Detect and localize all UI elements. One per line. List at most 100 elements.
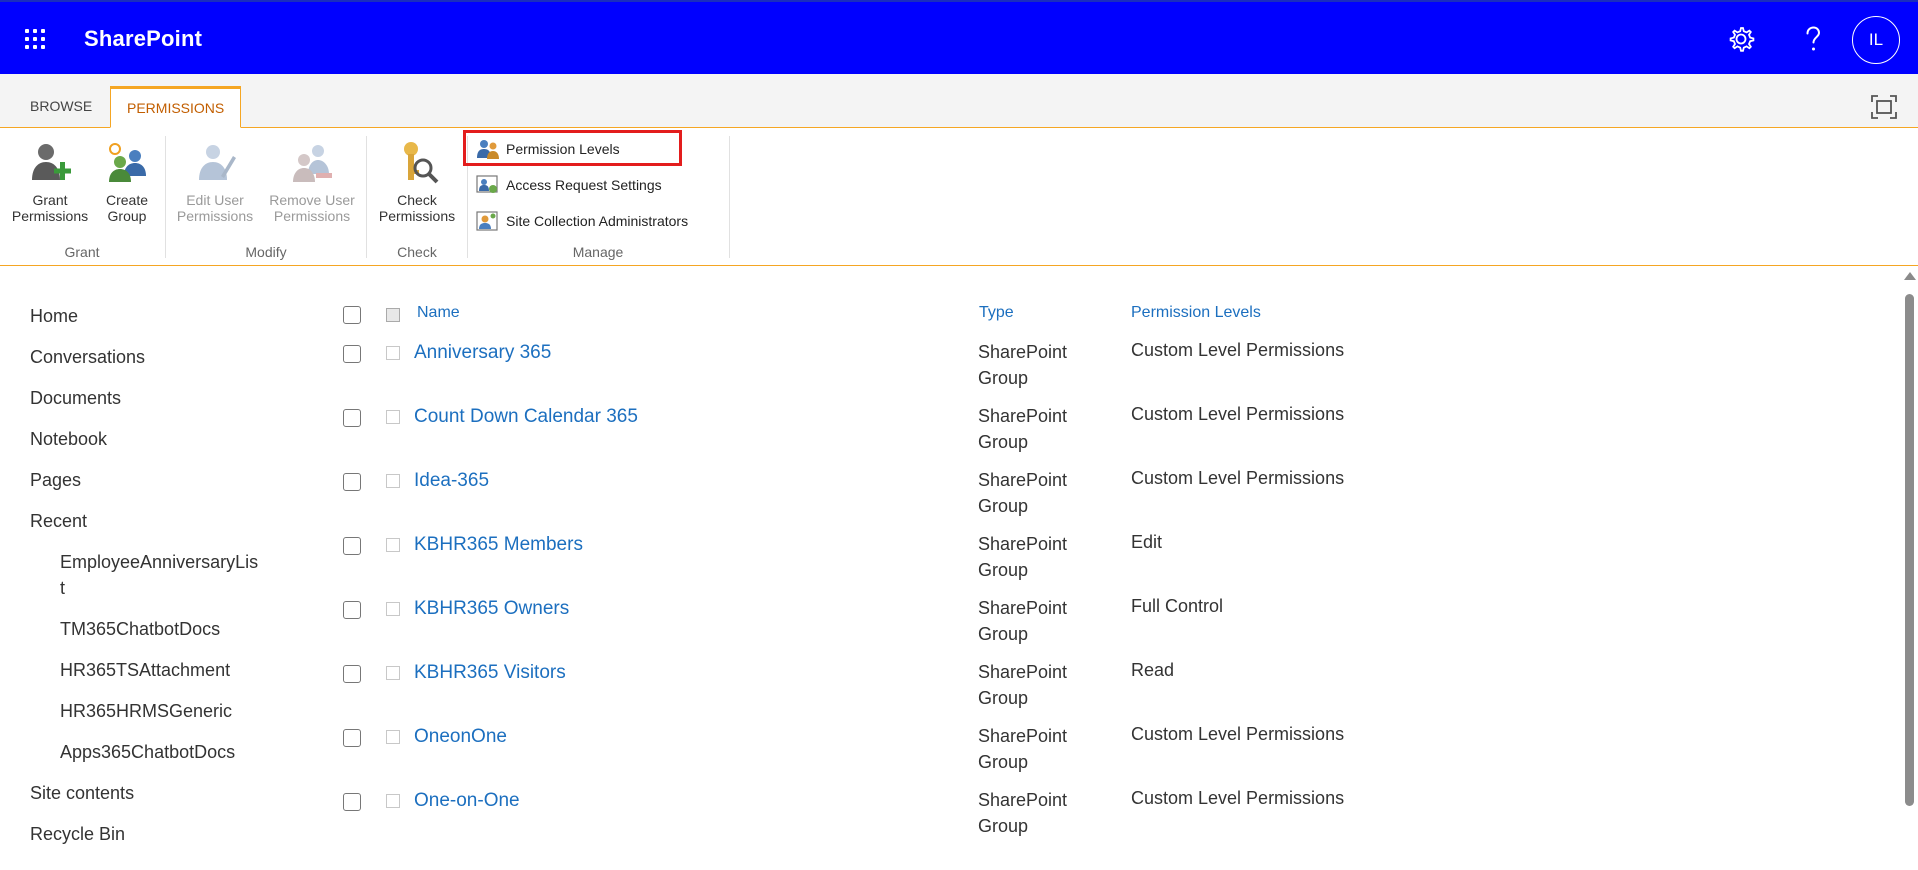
permission-levels-label: Permission Levels <box>506 141 620 157</box>
remove-user-permissions-icon <box>293 145 332 182</box>
edit-user-permissions-icon <box>199 145 236 180</box>
nav-item-pages[interactable]: Pages <box>30 467 81 493</box>
grant-permissions-label-2: Permissions <box>11 208 89 224</box>
create-group-label-2: Group <box>107 208 147 224</box>
row-item-checkbox[interactable] <box>386 666 400 680</box>
select-all-checkbox[interactable] <box>343 306 361 324</box>
ribbon-tab-bar: BROWSE PERMISSIONS <box>0 74 1918 128</box>
site-collection-administrators-button[interactable]: Site Collection Administrators <box>476 209 688 233</box>
group-type-line-1: SharePoint <box>978 662 1068 682</box>
edit-user-permissions-label-2: Permissions <box>176 208 254 224</box>
ribbon: Grant Permissions Create Group Grant Edi… <box>0 128 1918 266</box>
tab-browse[interactable]: BROWSE <box>14 86 108 128</box>
nav-item-recycle-bin[interactable]: Recycle Bin <box>30 821 125 847</box>
nav-recent-hr365tsattachment[interactable]: HR365TSAttachment <box>60 657 230 683</box>
permission-level: Full Control <box>1131 596 1224 616</box>
row-checkbox[interactable] <box>343 345 361 363</box>
row-item-checkbox[interactable] <box>386 602 400 616</box>
group-name-link[interactable]: OneonOne <box>414 726 507 748</box>
nav-item-recent[interactable]: Recent <box>30 508 87 534</box>
check-permissions-icon <box>404 142 439 184</box>
row-checkbox[interactable] <box>343 409 361 427</box>
header-item-checkbox[interactable] <box>386 308 400 322</box>
group-type-line-1: SharePoint <box>978 790 1068 810</box>
permission-level: Custom Level Permissions <box>1131 468 1345 488</box>
permission-level: Custom Level Permissions <box>1131 340 1345 360</box>
grant-permissions-button[interactable]: Grant Permissions <box>8 140 92 224</box>
permission-level: Custom Level Permissions <box>1131 788 1345 808</box>
ribbon-divider <box>366 136 367 258</box>
check-permissions-label-2: Permissions <box>378 208 456 224</box>
edit-user-permissions-button[interactable]: Edit User Permissions <box>172 140 258 224</box>
group-type-line-2: Group <box>978 816 1029 836</box>
remove-user-permissions-button[interactable]: Remove User Permissions <box>264 140 360 224</box>
nav-item-site-contents[interactable]: Site contents <box>30 780 134 806</box>
column-header-permission-levels[interactable]: Permission Levels <box>1131 304 1261 322</box>
row-item-checkbox[interactable] <box>386 794 400 808</box>
group-type: SharePoint Group <box>978 531 1067 583</box>
row-checkbox[interactable] <box>343 537 361 555</box>
group-type-line-1: SharePoint <box>978 342 1068 362</box>
row-item-checkbox[interactable] <box>386 538 400 552</box>
nav-item-home[interactable]: Home <box>30 303 78 329</box>
group-type-line-1: SharePoint <box>978 470 1068 490</box>
app-title[interactable]: SharePoint <box>84 26 202 52</box>
app-launcher-icon[interactable] <box>22 26 48 52</box>
row-checkbox[interactable] <box>343 729 361 747</box>
row-item-checkbox[interactable] <box>386 474 400 488</box>
check-permissions-button[interactable]: Check Permissions <box>372 140 462 224</box>
row-checkbox[interactable] <box>343 793 361 811</box>
permission-levels-button[interactable]: Permission Levels <box>476 137 620 161</box>
column-header-name[interactable]: Name <box>417 304 460 322</box>
vertical-scrollbar[interactable] <box>1902 270 1918 870</box>
nav-recent-tm365chatbotdocs[interactable]: TM365ChatbotDocs <box>60 616 220 642</box>
group-type: SharePoint Group <box>978 723 1067 775</box>
focus-mode-icon[interactable] <box>1870 94 1898 120</box>
row-checkbox[interactable] <box>343 473 361 491</box>
tab-permissions[interactable]: PERMISSIONS <box>110 86 242 128</box>
group-type-line-1: SharePoint <box>978 534 1068 554</box>
gear-icon[interactable] <box>1724 22 1758 56</box>
access-request-settings-label: Access Request Settings <box>506 177 662 193</box>
group-name-link[interactable]: Count Down Calendar 365 <box>414 406 638 428</box>
group-name-link[interactable]: KBHR365 Visitors <box>414 662 566 684</box>
row-checkbox[interactable] <box>343 601 361 619</box>
scrollbar-thumb[interactable] <box>1905 294 1914 806</box>
ribbon-divider <box>165 136 166 258</box>
group-name-link[interactable]: Anniversary 365 <box>414 342 551 364</box>
group-label-manage: Manage <box>572 244 624 260</box>
nav-item-documents[interactable]: Documents <box>30 385 121 411</box>
group-label-grant: Grant <box>64 244 100 260</box>
permission-level: Custom Level Permissions <box>1131 404 1345 424</box>
site-collection-administrators-label: Site Collection Administrators <box>506 213 689 229</box>
group-name-link[interactable]: KBHR365 Owners <box>414 598 569 620</box>
column-header-type[interactable]: Type <box>979 304 1014 322</box>
group-name-link[interactable]: One-on-One <box>414 790 520 812</box>
group-type-line-2: Group <box>978 752 1029 772</box>
question-icon[interactable] <box>1796 22 1830 56</box>
suite-bar: SharePoint IL <box>0 0 1918 74</box>
row-checkbox[interactable] <box>343 665 361 683</box>
group-type: SharePoint Group <box>978 787 1067 839</box>
ribbon-divider <box>729 136 730 258</box>
group-label-check: Check <box>397 244 437 260</box>
row-item-checkbox[interactable] <box>386 730 400 744</box>
nav-recent-employeeanniversarylist[interactable]: EmployeeAnniversaryLis t <box>60 549 258 601</box>
access-request-settings-button[interactable]: Access Request Settings <box>476 173 662 197</box>
access-request-settings-icon <box>476 175 498 193</box>
nav-item-conversations[interactable]: Conversations <box>30 344 145 370</box>
group-name-link[interactable]: Idea-365 <box>414 470 489 492</box>
nav-recent-apps365chatbotdocs[interactable]: Apps365ChatbotDocs <box>60 739 235 765</box>
group-type-line-2: Group <box>978 432 1029 452</box>
row-item-checkbox[interactable] <box>386 410 400 424</box>
nav-item-notebook[interactable]: Notebook <box>30 426 107 452</box>
create-group-icon <box>109 143 146 182</box>
row-item-checkbox[interactable] <box>386 346 400 360</box>
avatar[interactable]: IL <box>1852 16 1900 64</box>
group-label-modify: Modify <box>245 244 287 260</box>
create-group-button[interactable]: Create Group <box>98 140 156 224</box>
group-name-link[interactable]: KBHR365 Members <box>414 534 583 556</box>
scroll-up-arrow-icon[interactable] <box>1904 272 1916 280</box>
nav-recent-hr365hrmsgeneric[interactable]: HR365HRMSGeneric <box>60 698 232 724</box>
group-type-line-2: Group <box>978 624 1029 644</box>
